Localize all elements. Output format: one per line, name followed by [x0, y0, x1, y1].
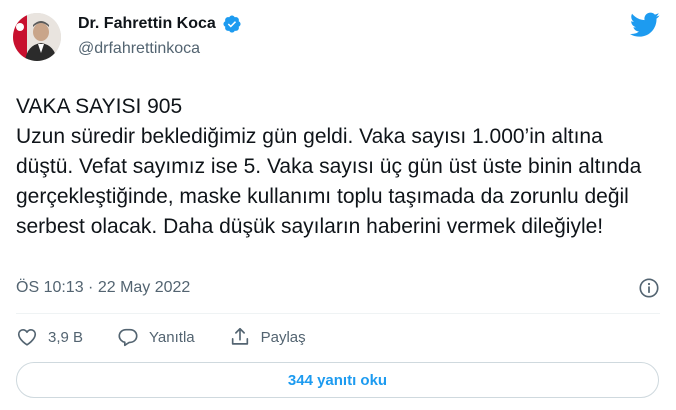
tweet-timestamp[interactable]: ÖS 10:13 · 22 May 2022 [16, 279, 190, 297]
author-display-name[interactable]: Dr. Fahrettin Koca [78, 15, 216, 33]
share-button[interactable]: Paylaş [229, 326, 306, 348]
tweet-text: VAKA SAYISI 905 Uzun süredir beklediğimi… [16, 95, 642, 238]
twitter-bird-icon[interactable] [630, 12, 660, 38]
like-button[interactable]: 3,9 B [16, 326, 83, 348]
reply-button[interactable]: Yanıtla [117, 326, 195, 348]
reply-label: Yanıtla [149, 328, 195, 346]
avatar-image [13, 13, 61, 61]
heart-icon [17, 329, 37, 346]
divider [16, 313, 660, 314]
author-handle[interactable]: @drfahrettinkoca [78, 40, 200, 58]
share-icon [231, 327, 248, 345]
speech-bubble-icon [118, 328, 138, 347]
verified-badge-icon [223, 15, 241, 33]
info-icon[interactable] [638, 277, 660, 299]
share-label: Paylaş [260, 328, 306, 346]
tweet-actions: 3,9 B Yanıtla Paylaş [16, 326, 306, 348]
like-count: 3,9 B [48, 328, 84, 346]
tweet-meta-row: ÖS 10:13 · 22 May 2022 [16, 277, 660, 299]
author-name-row: Dr. Fahrettin Koca [78, 14, 242, 34]
read-replies-button[interactable]: 344 yanıtı oku [16, 362, 659, 398]
avatar[interactable] [13, 13, 61, 61]
